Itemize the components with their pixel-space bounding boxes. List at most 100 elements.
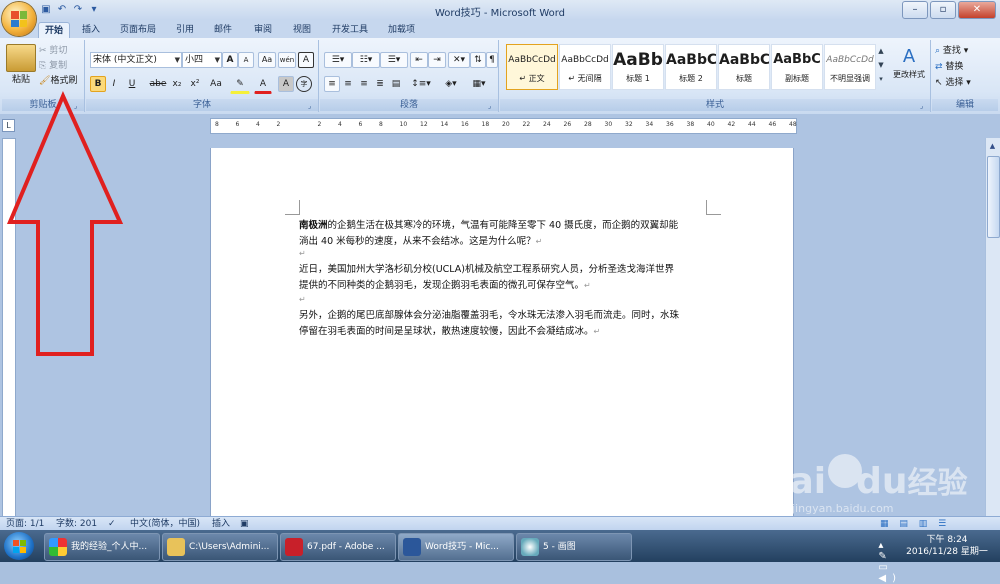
find-button[interactable]: ⌕ 查找 ▾ bbox=[934, 43, 996, 59]
paragraph-2[interactable]: 近日，美国加州大学洛杉矶分校(UCLA)机械及航空工程系研究人员，分析圣迭戈海洋… bbox=[299, 262, 709, 294]
distribute-icon[interactable]: ▤ bbox=[388, 76, 404, 92]
ruler-tick: 8 bbox=[215, 121, 219, 128]
cut-button[interactable]: ✂ 剪切 bbox=[38, 43, 84, 59]
dialog-launcher-icon[interactable]: ⌟ bbox=[488, 102, 496, 110]
italic-button[interactable]: I bbox=[106, 76, 122, 92]
change-case-button[interactable]: Aa bbox=[206, 76, 226, 92]
dialog-launcher-icon[interactable]: ⌟ bbox=[74, 102, 82, 110]
horizontal-ruler[interactable]: 8 6 4 2 2 4 6 8 10 12 14 16 18 20 22 24 26 28 30 32 34 36 38 40… bbox=[210, 118, 797, 134]
style-heading-2[interactable]: AaBbC 标题 2 bbox=[665, 44, 717, 90]
paragraph-mark: ↵ bbox=[584, 281, 591, 290]
sort-icon[interactable]: ⇅ bbox=[470, 52, 486, 68]
char-border-button[interactable]: A bbox=[298, 52, 314, 68]
tab-page-layout[interactable]: 页面布局 bbox=[114, 22, 162, 38]
underline-button[interactable]: U bbox=[124, 76, 140, 92]
paragraph-3[interactable]: 另外，企鹅的尾巴底部腺体会分泌油脂覆盖羽毛，令水珠无法渗入羽毛而流走。同时，水珠… bbox=[299, 308, 709, 340]
vertical-ruler[interactable] bbox=[2, 138, 16, 518]
macro-icon[interactable]: ▣ bbox=[240, 518, 249, 530]
change-styles-button[interactable]: A 更改样式 bbox=[892, 44, 926, 88]
font-color-button[interactable]: A bbox=[254, 76, 272, 94]
scroll-thumb[interactable] bbox=[987, 156, 1000, 238]
strikethrough-button[interactable]: abe bbox=[148, 76, 168, 92]
ruler-tick: 20 bbox=[502, 121, 510, 128]
styles-scroll[interactable]: ▲ ▼ ▾ bbox=[876, 44, 886, 88]
style-subtitle[interactable]: AaBbC 副标题 bbox=[771, 44, 823, 90]
show-marks-icon[interactable]: ¶ bbox=[486, 52, 498, 68]
tab-mailings[interactable]: 邮件 bbox=[208, 22, 238, 38]
tab-home[interactable]: 开始 bbox=[38, 22, 71, 39]
margin-corner bbox=[285, 200, 300, 215]
clock[interactable]: 下午 8:24 2016/11/28 星期一 bbox=[904, 534, 990, 558]
window-title: Word技巧 - Microsoft Word bbox=[434, 8, 566, 19]
style-title[interactable]: AaBbC 标题 bbox=[718, 44, 770, 90]
phonetic-guide-button[interactable]: wén bbox=[278, 52, 296, 68]
grow-font-button[interactable]: A bbox=[222, 52, 238, 68]
enclose-char-button[interactable]: 字 bbox=[296, 76, 312, 92]
increase-indent-icon[interactable]: ⇥ bbox=[428, 52, 446, 68]
dialog-launcher-icon[interactable]: ⌟ bbox=[920, 102, 928, 110]
align-left-icon[interactable]: ≡ bbox=[324, 76, 340, 92]
numbering-icon[interactable]: ☷▾ bbox=[352, 52, 380, 68]
style-preview: AaBb bbox=[613, 50, 663, 70]
text-line: 的企鹅生活在极其寒冷的环境，气温有可能降至零下 40 摄氏度，而企鹅的双翼却能 bbox=[327, 220, 679, 231]
tab-view[interactable]: 视图 bbox=[287, 22, 317, 38]
style-heading-1[interactable]: AaBb 标题 1 bbox=[612, 44, 664, 90]
chinese-layout-icon[interactable]: ✕▾ bbox=[448, 52, 470, 68]
replace-button[interactable]: ⇄ 替换 bbox=[934, 59, 996, 75]
decrease-indent-icon[interactable]: ⇤ bbox=[410, 52, 428, 68]
tab-developer[interactable]: 开发工具 bbox=[326, 22, 374, 38]
font-name-select[interactable]: 宋体 (中文正文) ▼ bbox=[90, 52, 182, 68]
copy-button[interactable]: ⎘ 复制 bbox=[38, 58, 84, 74]
taskbar-item-word[interactable]: Word技巧 - Mic... bbox=[398, 533, 514, 561]
borders-icon[interactable]: ▦▾ bbox=[466, 76, 492, 92]
tab-addins[interactable]: 加载项 bbox=[382, 22, 421, 38]
close-button[interactable]: ✕ bbox=[958, 1, 996, 19]
format-painter-button[interactable]: 🖌格式刷 bbox=[38, 73, 84, 89]
line-spacing-icon[interactable]: ↕≡▾ bbox=[408, 76, 434, 92]
taskbar-item-pdf[interactable]: 67.pdf - Adobe ... bbox=[280, 533, 396, 561]
char-shading-button[interactable]: A bbox=[278, 76, 294, 92]
paste-icon[interactable] bbox=[6, 44, 36, 72]
justify-icon[interactable]: ≣ bbox=[372, 76, 388, 92]
style-subtle-emphasis[interactable]: AaBbCcDd 不明显强调 bbox=[824, 44, 876, 90]
subscript-button[interactable]: x₂ bbox=[168, 76, 186, 92]
bold-button[interactable]: B bbox=[90, 76, 106, 92]
word-count[interactable]: 字数: 201 bbox=[56, 518, 97, 530]
taskbar-item-explorer[interactable]: C:\Users\Admini... bbox=[162, 533, 278, 561]
insert-mode[interactable]: 插入 bbox=[212, 518, 230, 530]
minimize-button[interactable]: – bbox=[902, 1, 928, 19]
text-line: 提供的不同种类的企鹅羽毛，发现企鹅羽毛表面的微孔可保存空气。 bbox=[299, 280, 585, 291]
scroll-up-icon[interactable]: ▲ bbox=[987, 140, 998, 152]
shrink-font-button[interactable]: A bbox=[238, 52, 254, 68]
taskbar-item-browser[interactable]: 我的经验_个人中... bbox=[44, 533, 160, 561]
tray-icons[interactable]: ▴ ✎ ▭ ◀) bbox=[878, 540, 902, 584]
multilevel-list-icon[interactable]: ☰▾ bbox=[380, 52, 408, 68]
ruler-tick: 24 bbox=[543, 121, 551, 128]
tab-review[interactable]: 审阅 bbox=[248, 22, 278, 38]
taskbar-item-paint[interactable]: 5 - 画图 bbox=[516, 533, 632, 561]
tab-selector[interactable]: L bbox=[2, 119, 15, 132]
start-button[interactable] bbox=[4, 532, 34, 560]
language[interactable]: 中文(简体，中国) bbox=[130, 518, 200, 530]
select-button[interactable]: ↖ 选择 ▾ bbox=[934, 75, 996, 91]
align-right-icon[interactable]: ≡ bbox=[356, 76, 372, 92]
dialog-launcher-icon[interactable]: ⌟ bbox=[308, 102, 316, 110]
style-no-spacing[interactable]: AaBbCcDd ↵ 无间隔 bbox=[559, 44, 611, 90]
paste-button[interactable]: 粘贴 bbox=[6, 72, 36, 88]
maximize-button[interactable]: ▫ bbox=[930, 1, 956, 19]
document-page[interactable]: 南极洲的企鹅生活在极其寒冷的环境，气温有可能降至零下 40 摄氏度，而企鹅的双翼… bbox=[211, 148, 793, 516]
tab-insert[interactable]: 插入 bbox=[76, 22, 106, 38]
clear-format-button[interactable]: Aa bbox=[258, 52, 276, 68]
highlight-icon[interactable]: ✎ bbox=[230, 76, 250, 94]
superscript-button[interactable]: x² bbox=[186, 76, 204, 92]
bullets-icon[interactable]: ☰▾ bbox=[324, 52, 352, 68]
tab-references[interactable]: 引用 bbox=[170, 22, 200, 38]
paragraph-1[interactable]: 南极洲的企鹅生活在极其寒冷的环境，气温有可能降至零下 40 摄氏度，而企鹅的双翼… bbox=[299, 218, 709, 250]
font-size-select[interactable]: 小四 ▼ bbox=[182, 52, 222, 68]
page-count[interactable]: 页面: 1/1 bbox=[6, 518, 44, 530]
style-normal[interactable]: AaBbCcDd ↵ 正文 bbox=[506, 44, 558, 90]
align-center-icon[interactable]: ≡ bbox=[340, 76, 356, 92]
office-button[interactable] bbox=[2, 2, 36, 36]
proofing-icon[interactable]: ✓ bbox=[108, 518, 116, 530]
shading-icon[interactable]: ◈▾ bbox=[438, 76, 464, 92]
